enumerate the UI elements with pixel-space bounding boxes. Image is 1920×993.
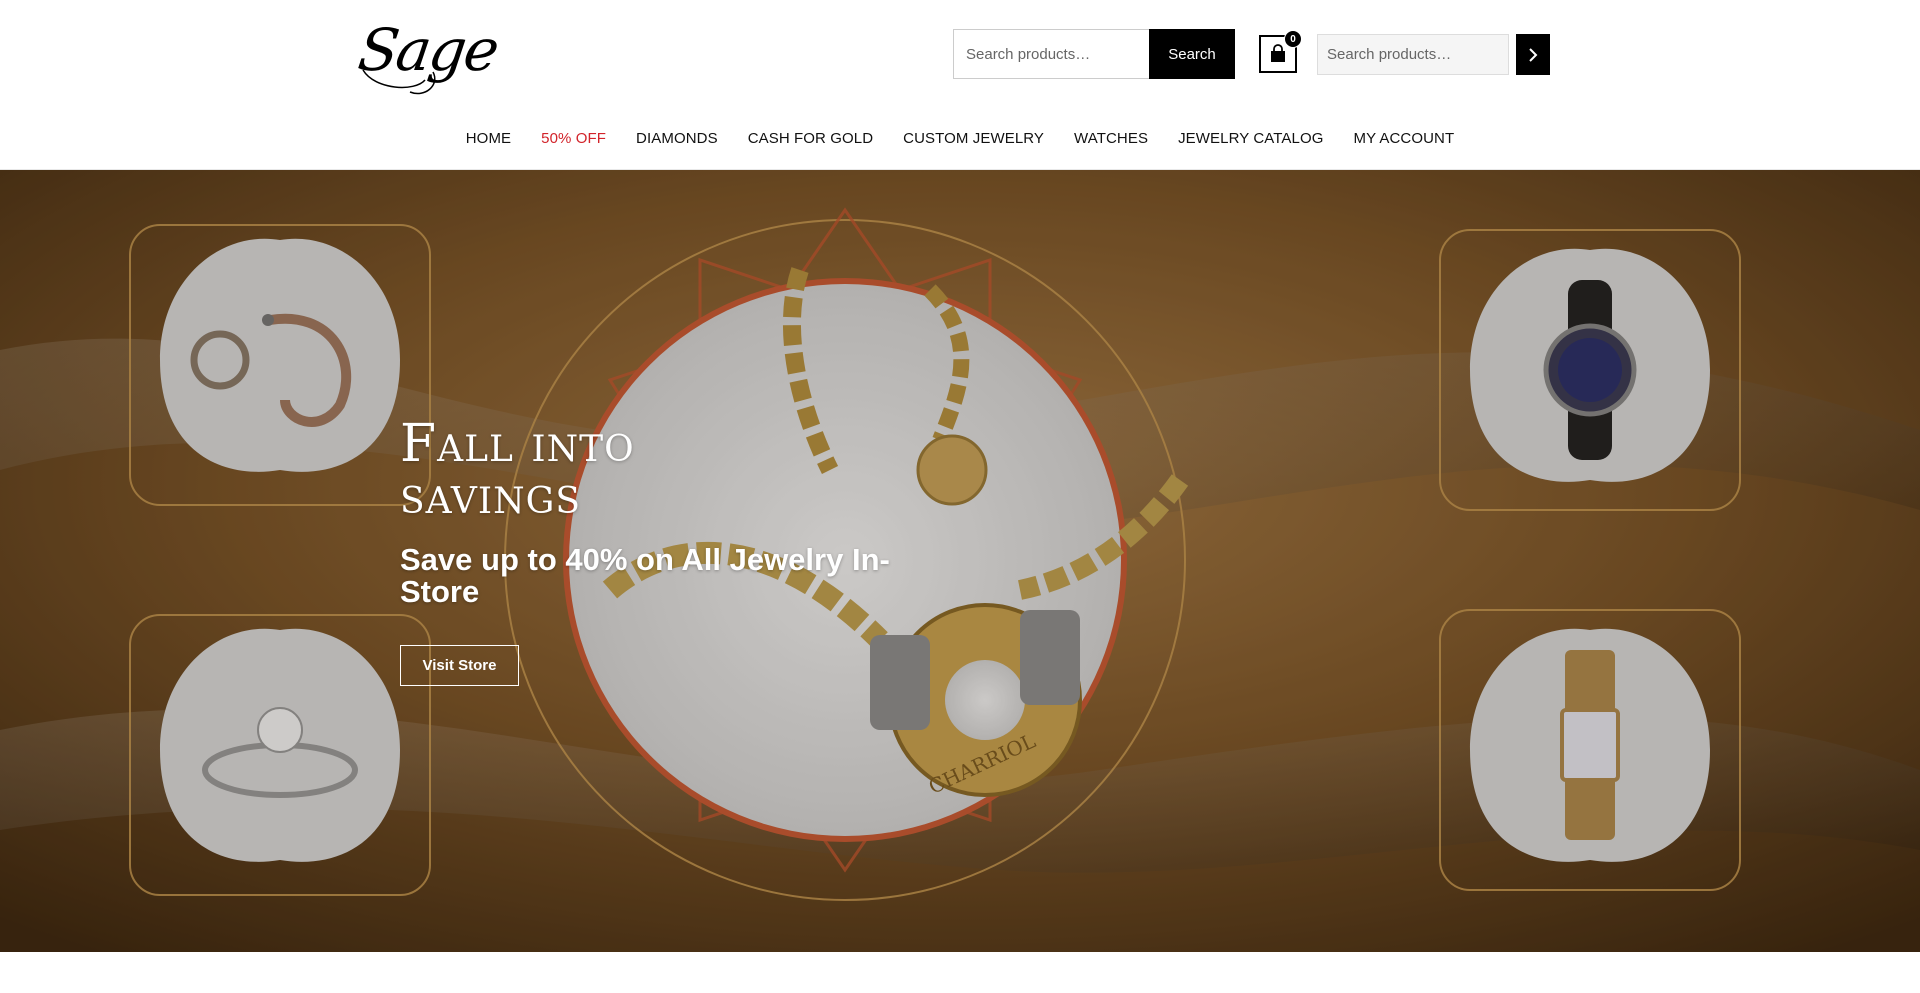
hero-title: Fall into savings	[400, 414, 635, 526]
nav-item-custom-jewelry[interactable]: CUSTOM JEWELRY	[888, 130, 1059, 147]
search-form-secondary	[1317, 34, 1550, 75]
logo-text: Sage	[354, 16, 502, 84]
visit-store-button[interactable]: Visit Store	[400, 645, 519, 686]
page-content-start	[0, 952, 1920, 993]
sage-logo[interactable]: Sage	[354, 10, 502, 96]
hero-banner: CHARRIOL Fall into savings Save up to 40…	[0, 170, 1920, 952]
shopping-bag-icon	[1271, 44, 1285, 62]
cart-count-badge: 0	[1284, 30, 1302, 48]
search-input-secondary[interactable]	[1317, 34, 1509, 75]
nav-item-diamonds[interactable]: DIAMONDS	[621, 130, 733, 147]
hero-overlay	[0, 170, 1920, 952]
nav-item-home[interactable]: HOME	[451, 130, 526, 147]
search-submit-button[interactable]	[1516, 34, 1550, 75]
hero-subtitle: Save up to 40% on All Jewelry In-Store	[400, 542, 890, 609]
search-form-primary: Search	[953, 29, 1235, 79]
nav-item-jewelry-catalog[interactable]: JEWELRY CATALOG	[1163, 130, 1338, 147]
site-header: Sage Search 0	[0, 0, 1920, 109]
nav-item-50-off[interactable]: 50% OFF	[526, 130, 621, 147]
nav-item-watches[interactable]: WATCHES	[1059, 130, 1163, 147]
cart-button[interactable]: 0	[1259, 30, 1302, 73]
nav-item-cash-for-gold[interactable]: CASH FOR GOLD	[733, 130, 888, 147]
main-nav: HOME 50% OFF DIAMONDS CASH FOR GOLD CUST…	[0, 108, 1920, 170]
search-button[interactable]: Search	[1149, 29, 1235, 79]
search-input[interactable]	[953, 29, 1149, 79]
chevron-right-icon	[1529, 47, 1538, 62]
nav-item-my-account[interactable]: MY ACCOUNT	[1339, 130, 1470, 147]
